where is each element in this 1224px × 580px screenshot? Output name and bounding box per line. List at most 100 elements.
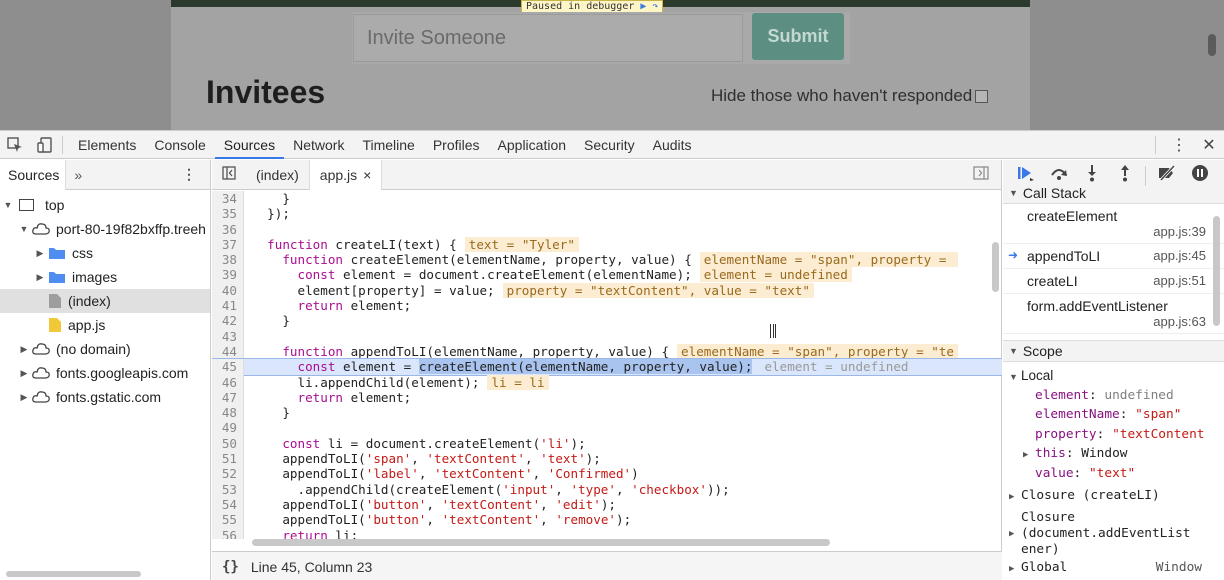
- tab-profiles[interactable]: Profiles: [424, 131, 489, 159]
- sidebar-scrollbar[interactable]: [1213, 216, 1220, 326]
- tree-item[interactable]: ▼ top: [0, 193, 210, 217]
- scope-variable[interactable]: value: "text": [1003, 464, 1224, 484]
- tree-item[interactable]: ▶ fonts.googleapis.com: [0, 361, 210, 385]
- navigator-menu-icon[interactable]: ⋮: [182, 166, 210, 183]
- code-line[interactable]: 50 const li = document.createElement('li…: [212, 435, 1002, 452]
- more-tabs-icon[interactable]: »: [66, 167, 90, 183]
- line-number[interactable]: 35: [212, 206, 244, 222]
- code-line[interactable]: 52 appendToLI('label', 'textContent', 'C…: [212, 466, 1002, 482]
- scope-variable[interactable]: property: "textContent: [1003, 425, 1224, 445]
- expand-arrow-icon[interactable]: ▶: [18, 368, 30, 379]
- code-line[interactable]: 39 const element = document.createElemen…: [212, 267, 1002, 283]
- call-frame[interactable]: ➜ appendToLI app.js:45: [1003, 244, 1224, 269]
- tree-item[interactable]: ▶ css: [0, 241, 210, 265]
- scope-header[interactable]: ▼ Scope: [1003, 340, 1224, 362]
- collapse-arrow-icon[interactable]: ▼: [18, 224, 30, 234]
- tab-sources[interactable]: Sources: [0, 160, 67, 190]
- code-view[interactable]: 34 } 35 }); 36 37 function createLI(text) {…: [212, 191, 1002, 539]
- tab-sources[interactable]: Sources: [214, 131, 285, 159]
- frame-location[interactable]: app.js:51: [1153, 273, 1206, 288]
- expand-arrow-icon[interactable]: ▶: [34, 248, 46, 259]
- toggle-navigator-icon[interactable]: [212, 166, 246, 183]
- code-line[interactable]: 51 appendToLI('span', 'textContent', 'te…: [212, 451, 1002, 467]
- code-line[interactable]: 40 element[property] = value; property = …: [212, 282, 1002, 299]
- scope-local[interactable]: ▼ Local: [1003, 366, 1224, 386]
- line-number[interactable]: 36: [212, 221, 244, 237]
- line-number[interactable]: 49: [212, 420, 244, 436]
- step-over-icon[interactable]: [1042, 165, 1075, 186]
- tree-item[interactable]: app.js: [0, 313, 210, 337]
- code-line[interactable]: 46 li.appendChild(element); li = li: [212, 374, 1002, 390]
- line-number[interactable]: 43: [212, 328, 244, 344]
- more-options-icon[interactable]: ⋮: [1164, 135, 1194, 155]
- scope-closure-createli[interactable]: ▶ Closure (createLI): [1003, 486, 1224, 506]
- scope-global[interactable]: ▶ Global Window: [1003, 558, 1224, 578]
- close-tab-icon[interactable]: ×: [363, 167, 371, 183]
- call-frame[interactable]: form.addEventListener app.js:63: [1003, 294, 1224, 334]
- navigator-scrollbar[interactable]: [6, 571, 141, 577]
- close-icon[interactable]: ✕: [1194, 135, 1224, 155]
- code-line[interactable]: 42 }: [212, 313, 1002, 329]
- line-number[interactable]: 52: [212, 466, 244, 482]
- expand-arrow-icon[interactable]: ▶: [34, 272, 46, 283]
- collapse-arrow-icon[interactable]: ▼: [2, 200, 14, 210]
- code-line[interactable]: 38 function createElement(elementName, p…: [212, 252, 1002, 268]
- frame-location[interactable]: app.js:39: [1027, 224, 1224, 239]
- resume-icon[interactable]: [1009, 165, 1042, 186]
- line-number[interactable]: 39: [212, 267, 244, 283]
- hide-unresponded-checkbox[interactable]: [975, 90, 988, 103]
- code-line[interactable]: 36: [212, 221, 1002, 237]
- tree-item[interactable]: (index): [0, 289, 210, 313]
- pretty-print-button[interactable]: {}: [212, 559, 251, 575]
- line-number[interactable]: 46: [212, 374, 244, 390]
- line-number[interactable]: 53: [212, 481, 244, 497]
- line-number[interactable]: 51: [212, 451, 244, 467]
- line-number[interactable]: 47: [212, 389, 244, 406]
- code-line[interactable]: 54 appendToLI('button', 'textContent', '…: [212, 496, 1002, 513]
- tree-item[interactable]: ▶ fonts.gstatic.com: [0, 385, 210, 409]
- line-number[interactable]: 44: [212, 343, 244, 360]
- code-line[interactable]: 53 .appendChild(createElement('input', '…: [212, 481, 1002, 497]
- line-number[interactable]: 50: [212, 435, 244, 452]
- step-out-icon[interactable]: [1108, 164, 1141, 187]
- tab-security[interactable]: Security: [575, 131, 644, 159]
- editor-tab-index[interactable]: (index): [246, 160, 309, 190]
- line-number[interactable]: 56: [212, 527, 244, 539]
- line-number[interactable]: 42: [212, 313, 244, 329]
- tree-item[interactable]: ▶ (no domain): [0, 337, 210, 361]
- tab-audits[interactable]: Audits: [644, 131, 701, 159]
- code-line[interactable]: 48 }: [212, 405, 1002, 421]
- invite-input[interactable]: Invite Someone: [353, 14, 743, 62]
- line-number[interactable]: 55: [212, 512, 244, 528]
- editor-tab-appjs[interactable]: app.js ×: [308, 159, 383, 190]
- frame-location[interactable]: app.js:45: [1153, 248, 1206, 263]
- tree-item[interactable]: ▼ port-80-19f82bxffp.treeh: [0, 217, 210, 241]
- editor-horizontal-scrollbar[interactable]: [252, 539, 830, 546]
- line-number[interactable]: 48: [212, 405, 244, 421]
- submit-button[interactable]: Submit: [752, 13, 844, 60]
- current-execution-line[interactable]: 45 const element = createElement(element…: [212, 358, 1002, 376]
- code-line[interactable]: 47 return element;: [212, 389, 1002, 406]
- tab-elements[interactable]: Elements: [69, 131, 145, 159]
- editor-vertical-scrollbar[interactable]: [992, 242, 999, 292]
- tree-item[interactable]: ▶ images: [0, 265, 210, 289]
- line-number[interactable]: 37: [212, 236, 244, 253]
- line-number[interactable]: 54: [212, 496, 244, 513]
- code-line[interactable]: 37 function createLI(text) {text = "Tyle…: [212, 236, 1002, 253]
- inspect-element-icon[interactable]: [0, 131, 30, 159]
- pause-on-exceptions-icon[interactable]: [1183, 164, 1216, 187]
- line-number[interactable]: 40: [212, 282, 244, 299]
- tab-timeline[interactable]: Timeline: [353, 131, 423, 159]
- scope-variable[interactable]: elementName: "span": [1003, 405, 1224, 425]
- code-line[interactable]: 35 });: [212, 206, 1002, 222]
- code-line[interactable]: 34 }: [212, 191, 1002, 207]
- frame-location[interactable]: app.js:63: [1027, 314, 1224, 329]
- line-number[interactable]: 38: [212, 252, 244, 268]
- call-frame[interactable]: createElement app.js:39: [1003, 204, 1224, 244]
- page-scrollbar[interactable]: [1208, 34, 1216, 56]
- scope-variable[interactable]: ▶ this: Window: [1003, 444, 1224, 464]
- code-line[interactable]: 56 return li;: [212, 527, 1002, 539]
- call-frame[interactable]: createLI app.js:51: [1003, 269, 1224, 294]
- line-number[interactable]: 41: [212, 298, 244, 314]
- scope-closure-listener[interactable]: ▶ Closure (document.addEventList ener): [1003, 510, 1224, 558]
